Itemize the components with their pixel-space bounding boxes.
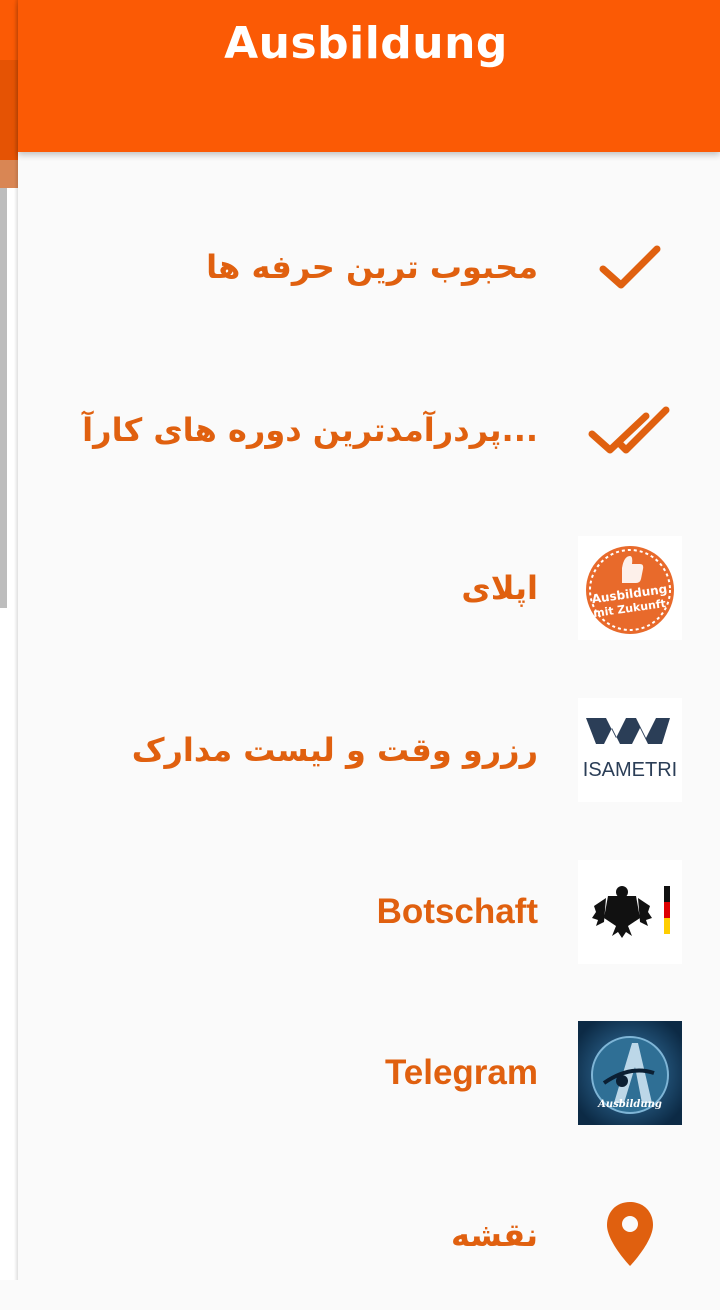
menu-item-embassy[interactable]: Botschaft bbox=[18, 837, 720, 987]
menu-item-popular-professions[interactable]: محبوب ترین حرفه ها bbox=[18, 192, 720, 342]
check-icon bbox=[578, 215, 682, 319]
menu-item-label: اپلای bbox=[461, 569, 538, 607]
menu-item-telegram[interactable]: Telegram Ausbildung bbox=[18, 998, 720, 1148]
menu-item-highest-paid-courses[interactable]: پردرآمدترین دوره های کارآ... bbox=[18, 355, 720, 505]
menu-item-label: Telegram bbox=[384, 1053, 538, 1092]
svg-text:ISAMETRI: ISAMETRI bbox=[583, 759, 677, 781]
background-scrollbar bbox=[0, 188, 7, 608]
menu-item-label: رزرو وقت و لیست مدارک bbox=[131, 731, 538, 769]
ausbildung-telegram-logo: Ausbildung bbox=[578, 1021, 682, 1125]
location-pin-icon bbox=[578, 1183, 682, 1287]
app-title: Ausbildung bbox=[224, 18, 508, 69]
ausbildung-mit-zukunft-logo: Ausbildung mit Zukunft bbox=[578, 536, 682, 640]
svg-text:Ausbildung: Ausbildung bbox=[597, 1099, 662, 1110]
menu-item-map[interactable]: نقشه bbox=[18, 1160, 720, 1310]
menu-item-label: نقشه bbox=[450, 1216, 538, 1254]
visametric-logo: ISAMETRI bbox=[578, 698, 682, 802]
navigation-drawer: Ausbildung محبوب ترین حرفه ها پردرآمدتری… bbox=[18, 0, 720, 1280]
menu-item-apply[interactable]: اپلای Ausbildung mit Zukunft bbox=[18, 513, 720, 663]
menu-item-appointment-documents[interactable]: رزرو وقت و لیست مدارک ISAMETRI bbox=[18, 675, 720, 825]
german-eagle-flag-logo bbox=[578, 860, 682, 964]
menu-item-label: محبوب ترین حرفه ها bbox=[206, 248, 538, 286]
double-check-icon bbox=[578, 378, 682, 482]
menu-item-label: پردرآمدترین دوره های کارآ... bbox=[82, 411, 538, 449]
menu-item-label: Botschaft bbox=[376, 892, 538, 931]
drawer-header: Ausbildung bbox=[18, 0, 720, 152]
